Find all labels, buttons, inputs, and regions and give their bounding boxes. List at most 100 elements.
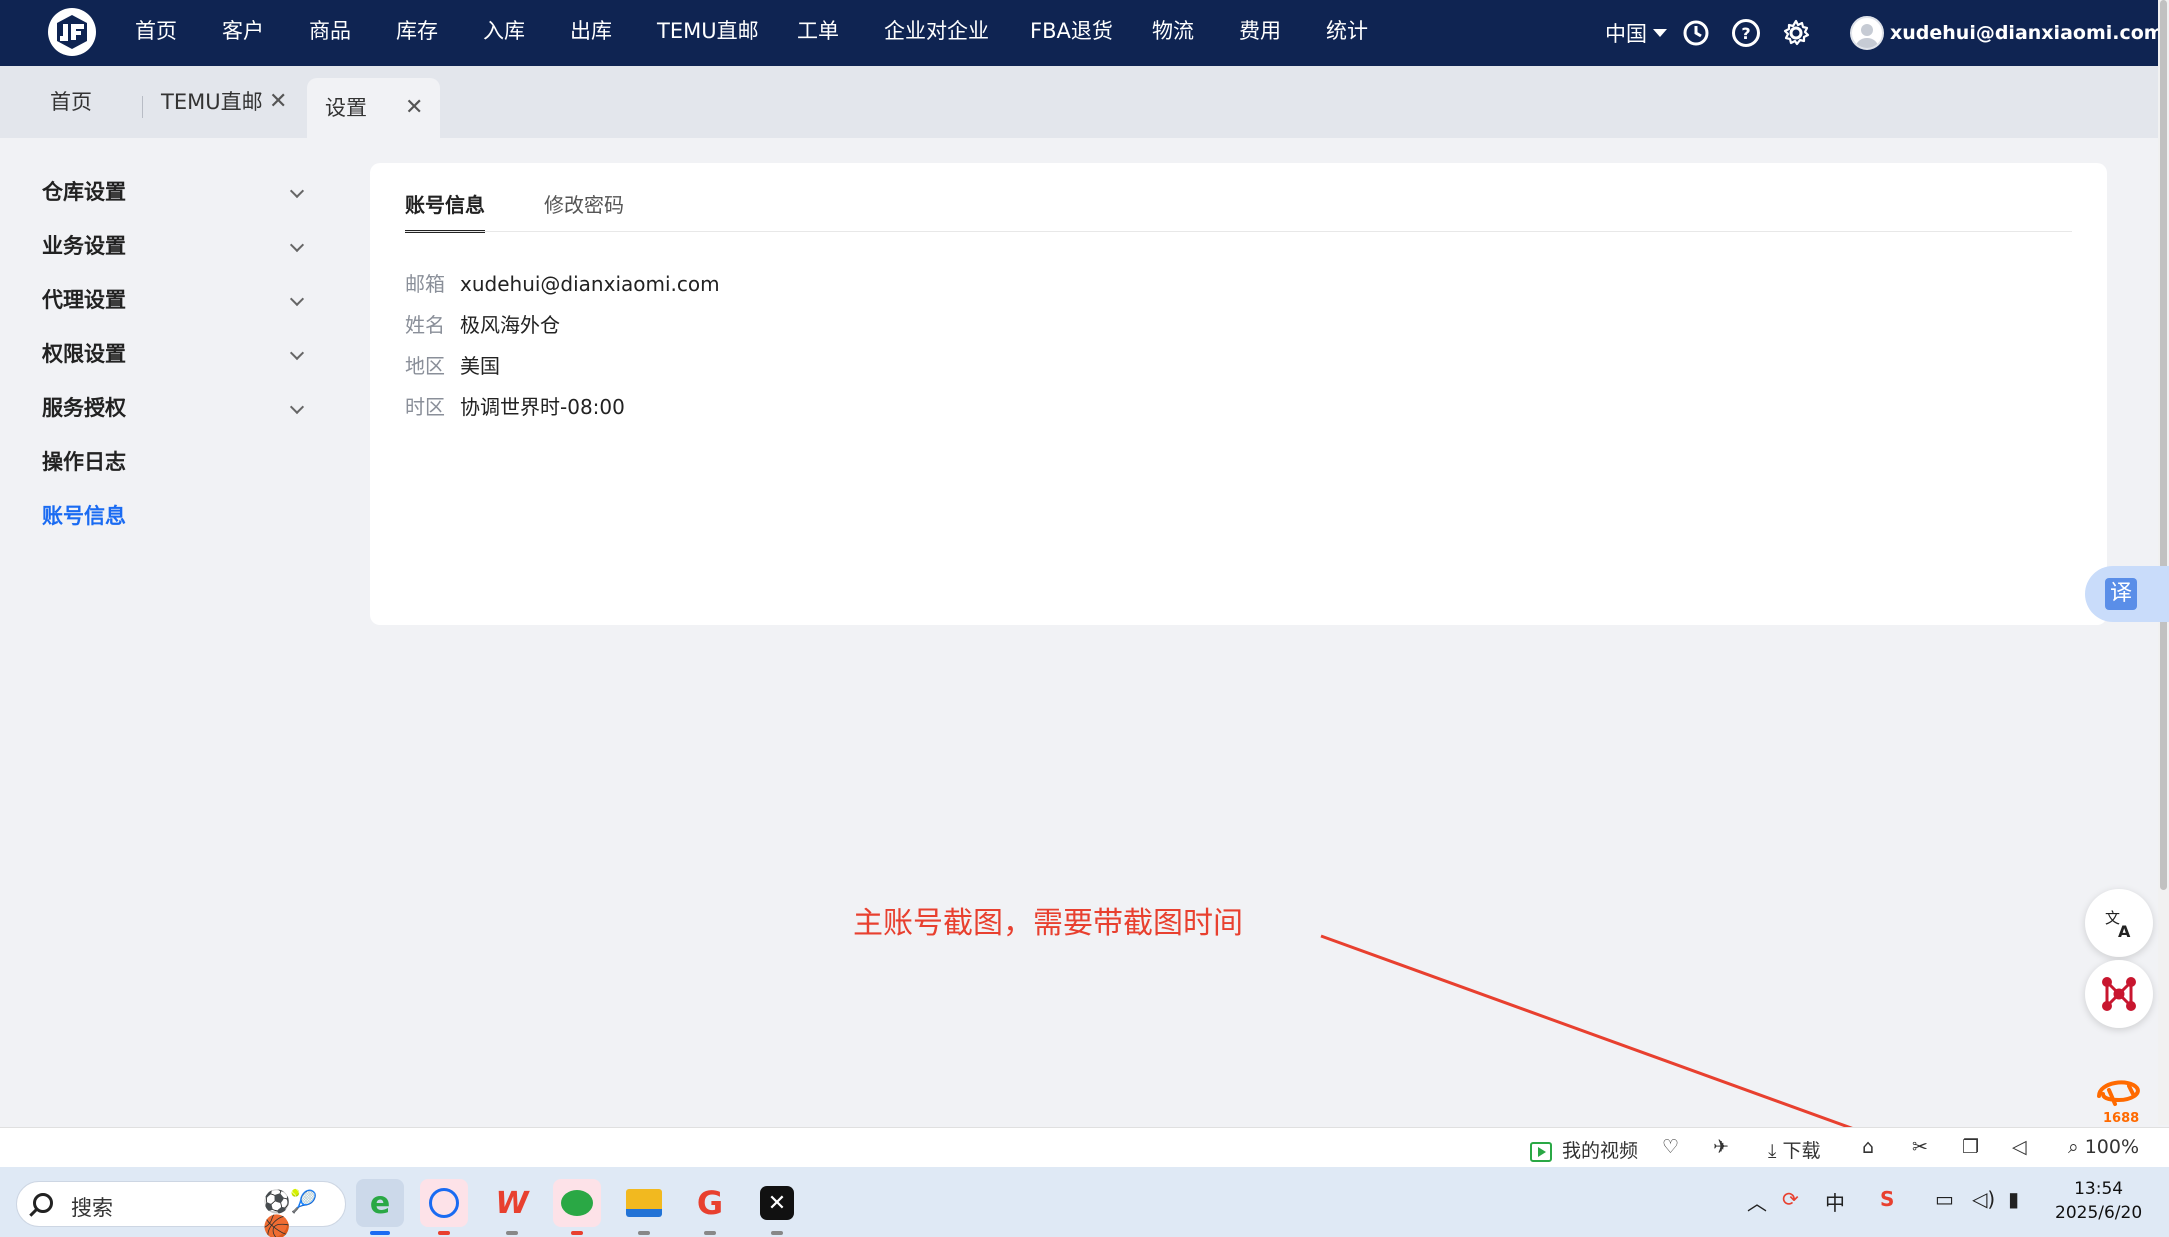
- notification-indicator: [571, 1231, 583, 1235]
- tab-home[interactable]: 首页: [50, 80, 92, 124]
- screenshot-icon[interactable]: ✂: [1912, 1136, 1928, 1158]
- translate-tag-button[interactable]: 译: [2085, 566, 2169, 622]
- rocket-icon[interactable]: ✈: [1713, 1136, 1729, 1158]
- nav-item-outbound[interactable]: 出库: [570, 0, 612, 66]
- search-icon: [33, 1193, 53, 1213]
- chevron-down-icon: [289, 345, 305, 361]
- taskbar-app-explorer[interactable]: [620, 1179, 668, 1235]
- video-icon: [1530, 1141, 1552, 1162]
- sync-icon[interactable]: ⟳: [1782, 1187, 1799, 1211]
- nav-item-fba-returns[interactable]: FBA退货: [1030, 0, 1113, 66]
- sidebar-item-permission-settings[interactable]: 权限设置: [42, 334, 305, 374]
- chevron-up-icon[interactable]: ︿: [1747, 1187, 1767, 1216]
- my-video-button[interactable]: 我的视频: [1530, 1136, 1638, 1163]
- tab-change-password[interactable]: 修改密码: [544, 183, 624, 227]
- sidebar-item-business-settings[interactable]: 业务设置: [42, 226, 305, 266]
- speaker-icon[interactable]: ◁: [2012, 1136, 2027, 1158]
- window-icon[interactable]: ❐: [1962, 1136, 1979, 1158]
- tab-temu[interactable]: TEMU直邮 ✕: [161, 80, 291, 124]
- chevron-down-icon: [289, 183, 305, 199]
- sidebar-item-account-info[interactable]: 账号信息: [42, 496, 302, 536]
- sidebar-item-agent-settings[interactable]: 代理设置: [42, 280, 305, 320]
- nav-item-b2b[interactable]: 企业对企业: [884, 0, 989, 66]
- tab-separator: [142, 96, 143, 118]
- nav-item-logistics[interactable]: 物流: [1152, 0, 1194, 66]
- sidebar-item-operation-log[interactable]: 操作日志: [42, 442, 302, 482]
- download-button[interactable]: ⤓ 下载: [1768, 1136, 1820, 1163]
- taskbar-app-wps[interactable]: W: [488, 1179, 536, 1235]
- ime-indicator[interactable]: 中: [1825, 1187, 1845, 1216]
- notification-indicator: [438, 1231, 450, 1235]
- search-placeholder: 搜索: [71, 1196, 113, 1220]
- top-nav-bar: 首页 客户 商品 库存 入库 出库 TEMU直邮 工单 企业对企业 FBA退货 …: [0, 0, 2164, 66]
- nav-item-work-orders[interactable]: 工单: [797, 0, 839, 66]
- sidebar-item-service-authorization[interactable]: 服务授权: [42, 388, 305, 428]
- close-icon[interactable]: ✕: [269, 80, 287, 124]
- clock-button[interactable]: [1682, 0, 1710, 66]
- incognito-icon[interactable]: ⌂: [1862, 1136, 1874, 1158]
- nav-item-products[interactable]: 商品: [309, 0, 351, 66]
- account-info-card: 账号信息 修改密码 邮箱 xudehui@dianxiaomi.com 姓名 极风海…: [370, 163, 2107, 625]
- nav-item-fees[interactable]: 费用: [1239, 0, 1281, 66]
- chevron-down-icon: [289, 399, 305, 415]
- capcut-icon: ✕: [760, 1186, 794, 1220]
- zoom-level: 100%: [2084, 1136, 2140, 1158]
- settings-button[interactable]: [1782, 0, 1810, 66]
- volume-icon[interactable]: ◁): [1972, 1187, 1995, 1211]
- browser-icon: e: [369, 1185, 391, 1221]
- taskbar-app-capcut[interactable]: ✕: [753, 1179, 801, 1235]
- network-widget-button[interactable]: [2085, 960, 2153, 1028]
- help-button[interactable]: ?: [1732, 0, 1760, 66]
- scrollbar-thumb[interactable]: [2160, 0, 2167, 890]
- sidebar-item-label: 账号信息: [42, 504, 126, 528]
- taskbar-clock[interactable]: 13:54 2025/6/20: [2055, 1177, 2142, 1225]
- input-method-icon[interactable]: S: [1880, 1187, 1894, 1211]
- sidebar-item-warehouse-settings[interactable]: 仓库设置: [42, 172, 305, 212]
- nav-item-temu[interactable]: TEMU直邮: [657, 0, 759, 66]
- alibaba-1688-widget[interactable]: 1688: [2085, 1066, 2153, 1134]
- chevron-down-icon: [1653, 29, 1667, 37]
- taskbar-search[interactable]: 搜索 ⚽🎾🏀: [16, 1181, 346, 1237]
- nav-item-statistics[interactable]: 统计: [1326, 0, 1368, 66]
- network-icon[interactable]: ▭: [1935, 1187, 1954, 1211]
- field-value: xudehui@dianxiaomi.com: [460, 272, 720, 296]
- field-label: 地区: [405, 354, 445, 378]
- user-menu[interactable]: xudehui@dianxiaomi.com: [1850, 0, 2169, 66]
- translate-widget-button[interactable]: 文 A: [2085, 889, 2153, 957]
- region-selector[interactable]: 中国: [1605, 0, 1667, 66]
- field-region: 地区 美国: [405, 351, 500, 381]
- sidebar-item-label: 业务设置: [42, 234, 126, 258]
- field-value: 极风海外仓: [460, 313, 560, 337]
- translate-icon: 译: [2105, 578, 2137, 610]
- taskbar-app-wechat[interactable]: [553, 1179, 601, 1235]
- folder-icon: [626, 1189, 662, 1217]
- health-icon[interactable]: ♡: [1662, 1136, 1679, 1158]
- running-indicator: [638, 1231, 650, 1235]
- field-email: 邮箱 xudehui@dianxiaomi.com: [405, 269, 720, 299]
- alibaba-1688-icon: 1688: [2097, 1080, 2140, 1126]
- taskbar-app-chat[interactable]: [420, 1179, 468, 1235]
- taskbar-app-red[interactable]: G: [686, 1179, 734, 1235]
- running-indicator: [704, 1231, 716, 1235]
- battery-icon[interactable]: ▮: [2008, 1187, 2019, 1211]
- chat-icon: [429, 1188, 459, 1218]
- nav-item-inventory[interactable]: 库存: [396, 0, 438, 66]
- page-scrollbar[interactable]: [2158, 0, 2169, 1125]
- chevron-down-icon: [289, 291, 305, 307]
- browser-status-bar: 我的视频 ♡ ✈ ⤓ 下载 ⌂ ✂ ❐ ◁ ⌕ 100%: [0, 1127, 2169, 1167]
- chevron-down-icon: [289, 237, 305, 253]
- nav-item-home[interactable]: 首页: [135, 0, 177, 66]
- alibaba-1688-label: 1688: [2103, 1111, 2139, 1126]
- running-indicator: [771, 1231, 783, 1235]
- field-name: 姓名 极风海外仓: [405, 310, 560, 340]
- zoom-control[interactable]: ⌕ 100%: [2068, 1136, 2139, 1158]
- network-icon: [2102, 977, 2136, 1011]
- tab-settings[interactable]: 设置 ✕: [307, 78, 440, 138]
- nav-item-inbound[interactable]: 入库: [483, 0, 525, 66]
- translate-icon: 文 A: [2105, 909, 2131, 939]
- nav-item-customers[interactable]: 客户: [222, 0, 264, 66]
- tab-account-info[interactable]: 账号信息: [405, 183, 485, 233]
- close-icon[interactable]: ✕: [405, 86, 423, 130]
- help-icon: ?: [1732, 19, 1760, 47]
- taskbar-app-browser[interactable]: e: [356, 1179, 404, 1235]
